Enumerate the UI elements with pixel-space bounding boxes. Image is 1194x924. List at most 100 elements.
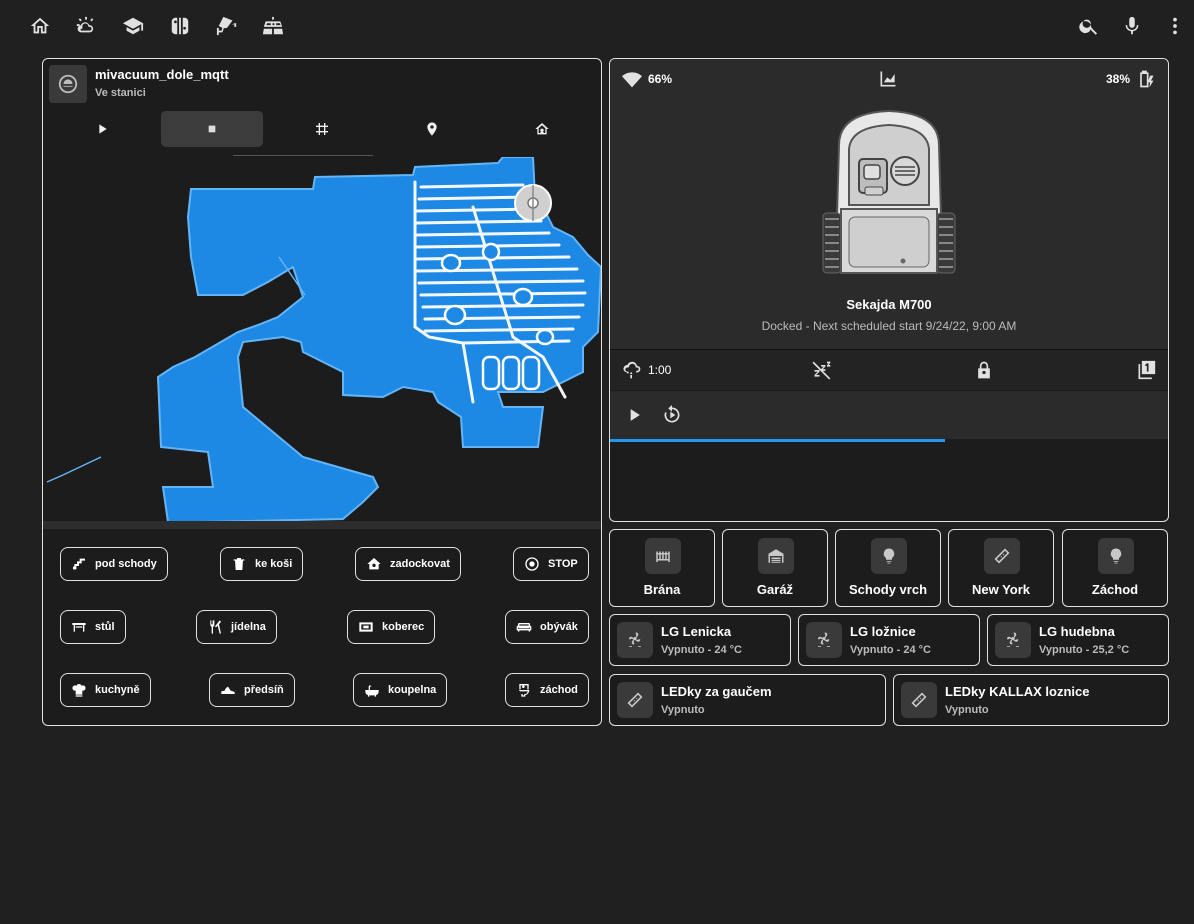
solar-panel-icon[interactable]	[261, 14, 285, 38]
battery-value: 38%	[1106, 72, 1131, 86]
room-button-stul[interactable]: stůl	[60, 610, 126, 644]
room-button-jidelna[interactable]: jídelna	[196, 610, 277, 644]
battery-charging-icon	[1140, 70, 1154, 88]
room-button-ke-kosi[interactable]: ke koši	[220, 547, 304, 581]
entity-name: LEDky KALLAX loznice	[945, 684, 1090, 699]
robot-vacuum-icon[interactable]	[49, 65, 87, 103]
stop-button[interactable]	[161, 111, 263, 147]
silverware-icon	[210, 620, 221, 634]
climate-lg-lenicka[interactable]: LG Lenicka Vypnuto - 24 °C	[609, 614, 791, 666]
button-label: pod schody	[95, 558, 157, 570]
tile-label: Schody vrch	[848, 582, 928, 597]
room-button-pod-schody[interactable]: pod schody	[60, 547, 168, 581]
tile-garaz[interactable]: Garáž	[722, 529, 828, 607]
vacuum-map-card: mivacuum_dole_mqtt Ve stanici pod schody…	[42, 58, 602, 726]
play-icon	[630, 409, 640, 421]
top-toolbar	[0, 0, 1194, 52]
room-button-koberec[interactable]: koberec	[347, 610, 436, 644]
wifi-value: 66%	[648, 72, 673, 86]
start-button[interactable]	[51, 111, 153, 147]
stop-icon	[208, 125, 216, 133]
wifi-icon	[622, 72, 642, 88]
home-dock-icon	[367, 558, 381, 570]
return-home-button[interactable]	[491, 111, 593, 147]
location-icon	[427, 122, 437, 136]
search-icon[interactable]	[1077, 14, 1101, 38]
mower-info-row: 1:00	[610, 349, 1168, 390]
button-label: záchod	[540, 684, 578, 696]
chart-area-icon[interactable]	[878, 69, 898, 89]
button-label: stůl	[95, 621, 115, 633]
battery-status: 38%	[1106, 69, 1156, 89]
button-label: koupelna	[388, 684, 437, 696]
led-strip-icon	[984, 538, 1020, 574]
vacuum-controls	[49, 111, 597, 147]
entity-state: Vypnuto	[661, 704, 705, 716]
home-icon[interactable]	[28, 14, 52, 38]
lock-icon[interactable]	[974, 360, 994, 380]
tile-new-york[interactable]: New York	[948, 529, 1054, 607]
mower-name: Sekajda M700	[846, 297, 932, 312]
rain-delay[interactable]: 1:00	[622, 360, 671, 380]
room-button-stop[interactable]: STOP	[513, 547, 589, 581]
mower-card: 66% 38% Sekajda M700 Docked - Next sched…	[609, 58, 1169, 522]
tile-zachod[interactable]: Záchod	[1062, 529, 1168, 607]
room-button-obyvak[interactable]: obývák	[505, 610, 589, 644]
go-to-location-button[interactable]	[381, 111, 483, 147]
mower-header: 66% 38% Sekajda M700 Docked - Next sched…	[610, 59, 1168, 349]
weather-icon[interactable]	[74, 14, 98, 38]
wifi-status: 66%	[622, 69, 672, 89]
button-label: STOP	[548, 558, 578, 570]
button-label: koberec	[382, 621, 425, 633]
start-mowing-button[interactable]	[624, 405, 644, 430]
entity-name: LEDky za gaučem	[661, 684, 772, 699]
zone-1-icon[interactable]	[1136, 360, 1156, 380]
room-button-predsin[interactable]: předsíň	[209, 673, 295, 707]
tile-brana[interactable]: Brána	[609, 529, 715, 607]
more-vert-icon[interactable]	[1163, 14, 1187, 38]
shoe-icon	[221, 686, 235, 694]
entity-name: LG hudebna	[1039, 624, 1115, 639]
light-ledky-kallax[interactable]: LEDky KALLAX loznice Vypnuto	[893, 674, 1169, 726]
vacuum-floor-map[interactable]	[43, 157, 601, 527]
button-label: obývák	[540, 621, 578, 633]
stop-circle-icon	[525, 557, 539, 571]
button-label: jídelna	[231, 621, 266, 633]
room-button-zachod[interactable]: záchod	[505, 673, 589, 707]
school-icon[interactable]	[121, 14, 145, 38]
zone-clean-button[interactable]	[271, 111, 373, 147]
sleep-icon[interactable]	[812, 360, 832, 380]
nintendo-switch-icon[interactable]	[168, 14, 192, 38]
cctv-icon[interactable]	[215, 14, 239, 38]
robot-position-marker	[514, 184, 552, 222]
map-footer-strip	[43, 521, 601, 529]
climate-lg-hudebna[interactable]: LG hudebna Vypnuto - 25,2 °C	[987, 614, 1169, 666]
tile-schody-vrch[interactable]: Schody vrch	[835, 529, 941, 607]
room-button-kuchyne[interactable]: kuchyně	[60, 673, 151, 707]
tile-label: Brána	[643, 582, 681, 597]
microphone-icon[interactable]	[1120, 14, 1144, 38]
trash-can-icon	[233, 558, 245, 570]
garage-icon	[758, 538, 794, 574]
climate-lg-loznice[interactable]: LG ložnice Vypnuto - 24 °C	[798, 614, 980, 666]
vacuum-state: Ve stanici	[95, 87, 146, 99]
resume-schedule-button[interactable]	[662, 405, 682, 430]
gate-icon	[645, 538, 681, 574]
bathtub-icon	[365, 685, 379, 697]
toilet-icon	[518, 684, 530, 697]
button-label: předsíň	[244, 684, 284, 696]
led-strip-icon	[901, 682, 937, 718]
entity-name: LG ložnice	[850, 624, 916, 639]
table-icon	[72, 623, 86, 632]
button-label: kuchyně	[95, 684, 140, 696]
room-button-koupelna[interactable]: koupelna	[353, 673, 448, 707]
button-label: zadockovat	[390, 558, 450, 570]
button-label: ke koši	[255, 558, 293, 570]
rain-delay-value: 1:00	[648, 363, 672, 377]
vacuum-name: mivacuum_dole_mqtt	[95, 67, 229, 82]
light-ledky-za-gaucem[interactable]: LEDky za gaučem Vypnuto	[609, 674, 886, 726]
room-button-zadockovat[interactable]: zadockovat	[355, 547, 461, 581]
entity-state: Vypnuto - 25,2 °C	[1039, 644, 1130, 656]
sofa-icon	[516, 623, 532, 632]
entity-state: Vypnuto - 24 °C	[850, 644, 931, 656]
